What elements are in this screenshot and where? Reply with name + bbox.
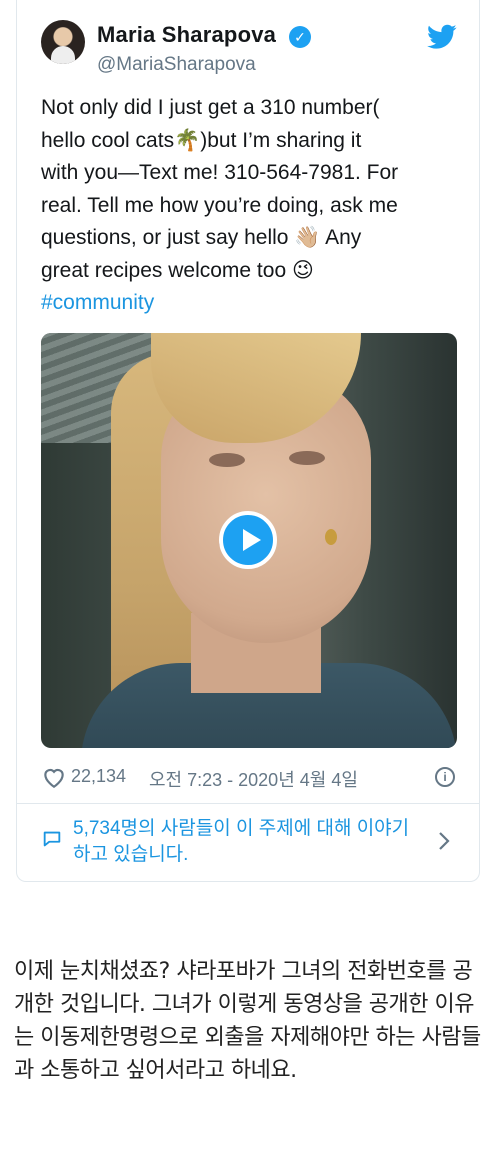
avatar[interactable]	[41, 20, 85, 64]
tweet-meta: 22,134 오전 7:23 - 2020년 4월 4일 i	[41, 764, 461, 790]
heart-icon[interactable]	[41, 765, 67, 789]
tweet-line: hello cool cats🌴)but I’m sharing it	[41, 128, 362, 152]
chevron-right-icon	[439, 832, 450, 850]
info-icon[interactable]: i	[435, 767, 455, 787]
divider	[17, 803, 479, 804]
timestamp[interactable]: 오전 7:23 - 2020년 4월 4일	[149, 766, 358, 792]
video-thumbnail[interactable]	[41, 333, 457, 748]
verified-badge-icon: ✓	[289, 26, 311, 48]
tweet-line: with you—Text me! 310-564-7981. For	[41, 161, 399, 184]
play-button-icon[interactable]	[219, 511, 277, 569]
conversation-link[interactable]: 5,734명의 사람들이 이 주제에 대해 이야기하고 있습니다.	[41, 816, 461, 872]
tweet-line: real. Tell me how you’re doing, ask me	[41, 193, 398, 217]
conversation-text: 5,734명의 사람들이 이 주제에 대해 이야기하고 있습니다.	[73, 818, 410, 865]
chat-bubble-icon	[43, 831, 61, 847]
tweet-text: Not only did I just get a 310 number( he…	[41, 92, 461, 320]
article-paragraph: 이제 눈치채셨죠? 샤라포바가 그녀의 전화번호를 공개한 것입니다. 그녀가 …	[14, 959, 481, 1083]
tweet-card: Maria Sharapova ✓ @MariaSharapova Not on…	[16, 0, 480, 882]
tweet-line: great recipes welcome too 😉	[41, 258, 314, 282]
hashtag-link[interactable]: #community	[41, 291, 154, 314]
author-name[interactable]: Maria Sharapova	[97, 22, 276, 48]
tweet-line: questions, or just say hello 👋🏼 Any	[41, 226, 362, 249]
author-handle[interactable]: @MariaSharapova	[97, 54, 256, 76]
tweet-line: Not only did I just get a 310 number(	[41, 96, 380, 119]
like-count: 22,134	[71, 766, 127, 786]
twitter-bird-icon[interactable]	[427, 24, 457, 50]
